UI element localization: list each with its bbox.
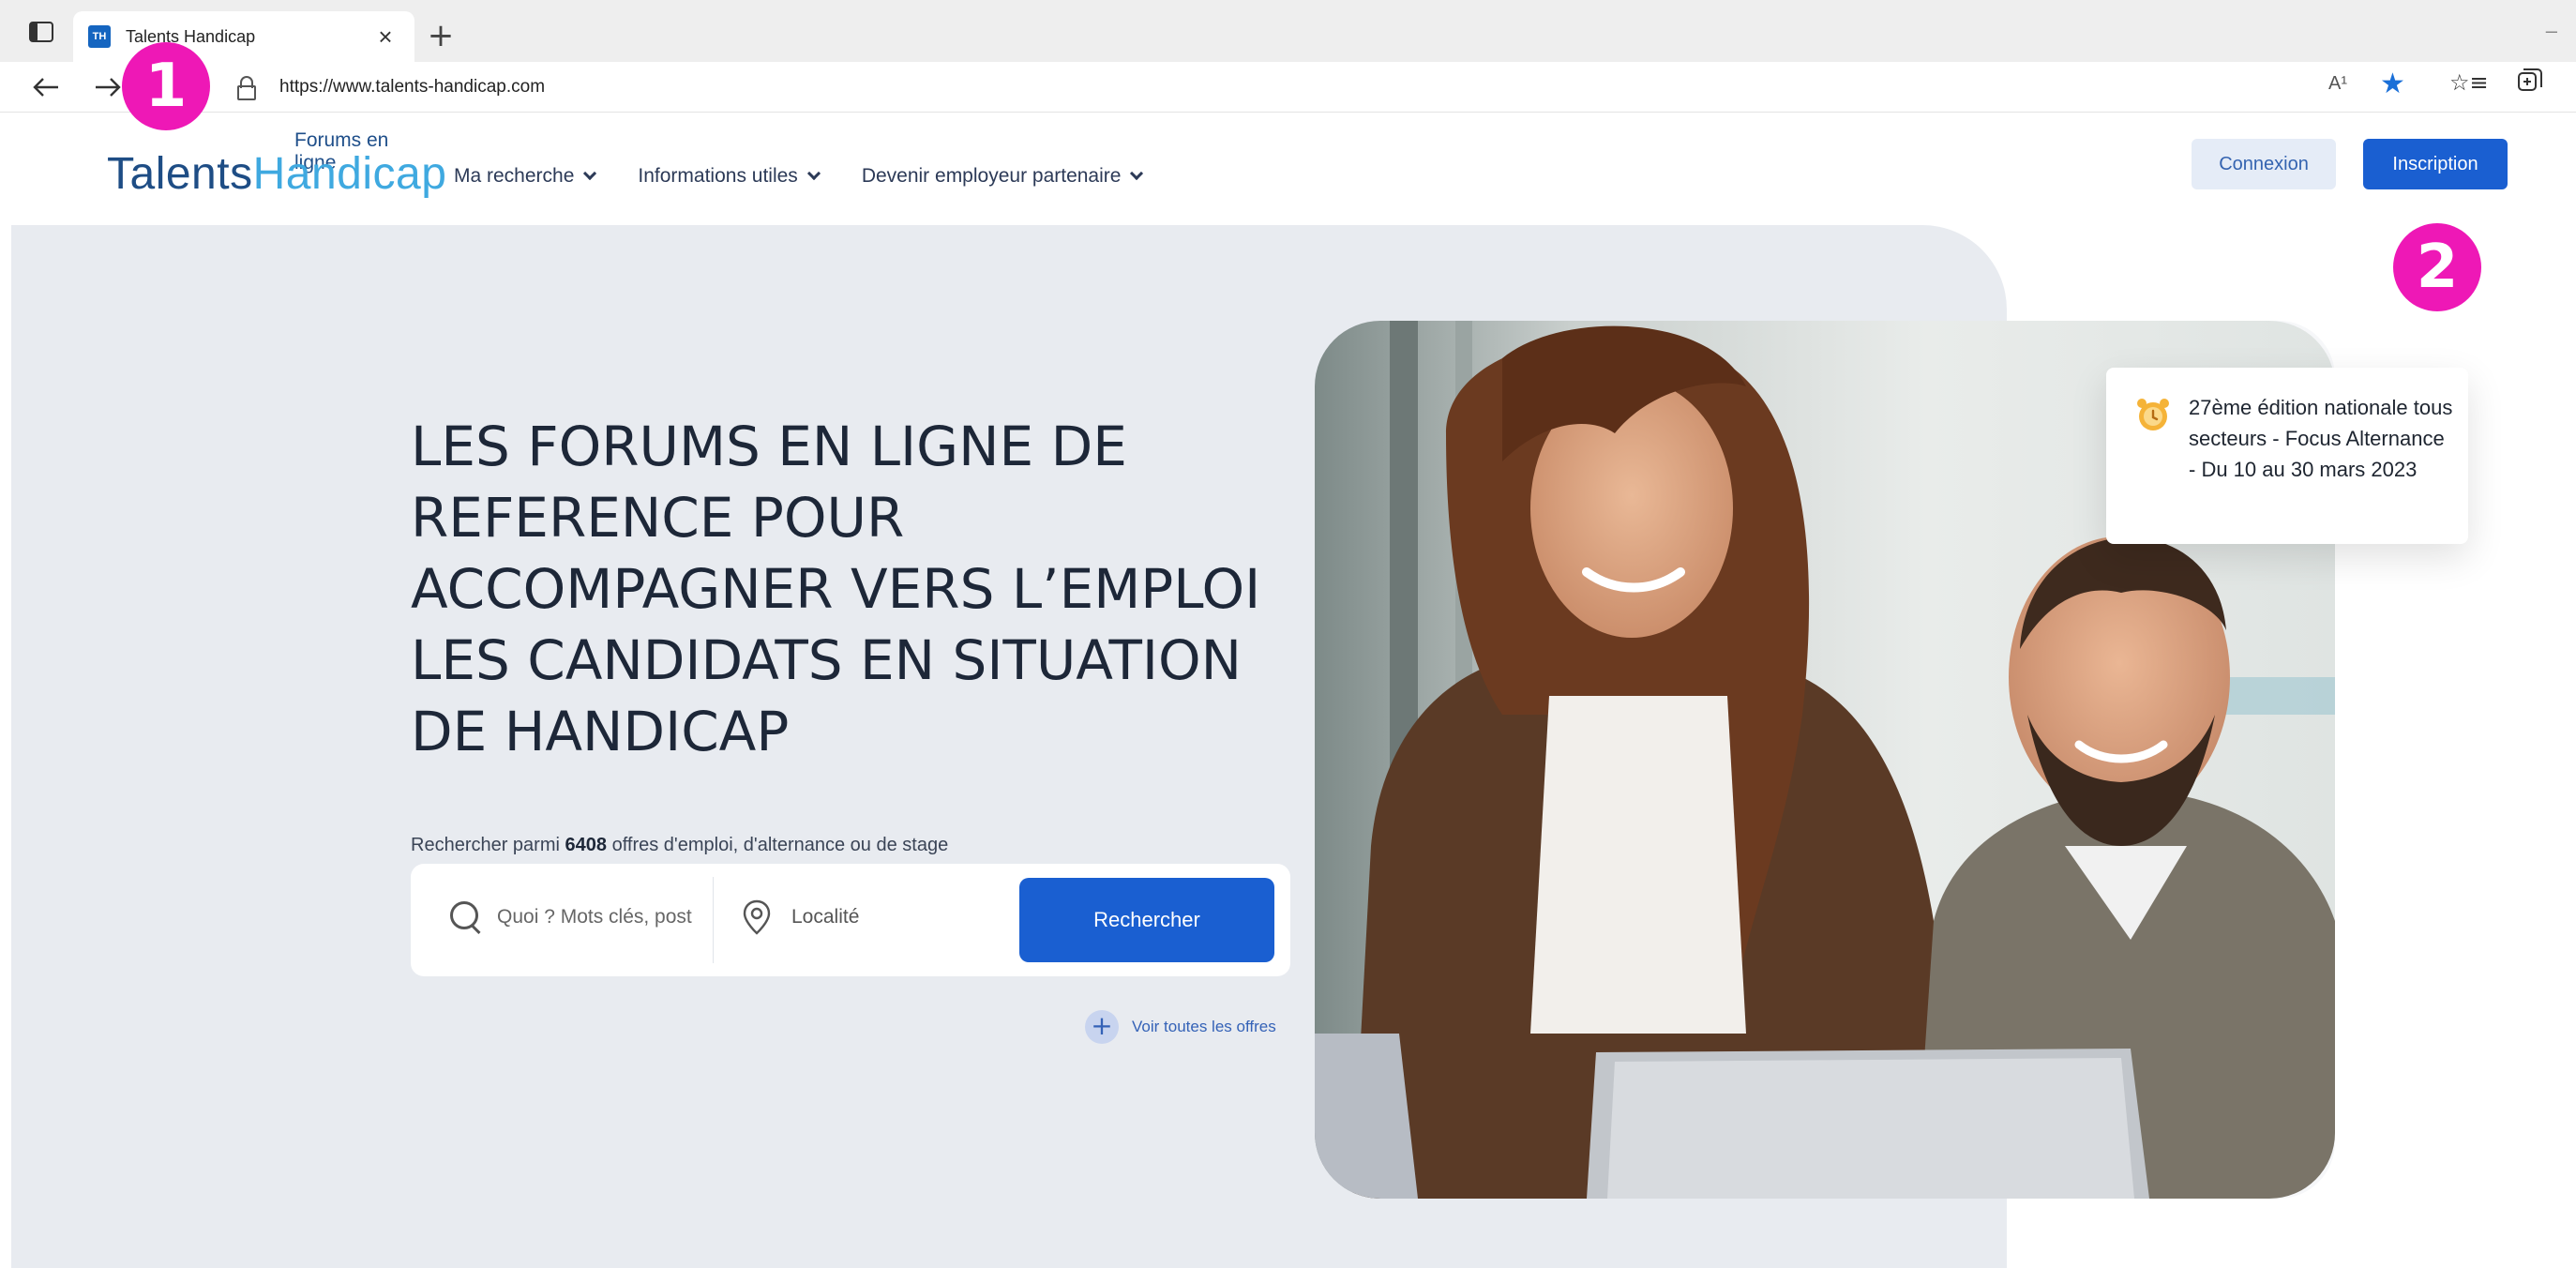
url-text[interactable]: https://www.talents-handicap.com	[279, 77, 545, 98]
nav-item-ma-recherche[interactable]: Ma recherche	[454, 165, 597, 188]
signup-button[interactable]: Inscription	[2363, 139, 2508, 189]
offer-count: 6408	[565, 835, 608, 855]
keyword-search-field[interactable]: Quoi ? Mots clés, post	[448, 899, 699, 935]
read-aloud-icon[interactable]: A¹	[2328, 73, 2347, 95]
search-icon	[448, 899, 484, 935]
event-card[interactable]: 27ème édition nationale tous secteurs - …	[2106, 368, 2468, 544]
lock-icon[interactable]	[236, 76, 257, 100]
main-nav: Ma recherche Informations utiles Devenir…	[454, 165, 1184, 188]
site-header: Forums en ligne TalentsHandicap Ma reche…	[0, 113, 2576, 225]
annotation-badge-1: 1	[122, 42, 210, 130]
location-search-field[interactable]: Localité	[743, 899, 859, 935]
site-logo[interactable]: Forums en ligne TalentsHandicap	[107, 128, 446, 203]
keyword-input[interactable]: Quoi ? Mots clés, post	[497, 906, 699, 928]
login-button[interactable]: Connexion	[2192, 139, 2336, 189]
favorites-list-icon[interactable]: ☆≡	[2449, 69, 2489, 96]
location-input[interactable]: Localité	[791, 906, 859, 928]
annotation-badge-2: 2	[2393, 223, 2481, 311]
plus-icon: +	[1085, 1010, 1119, 1044]
page-root: TH Talents Handicap × + – https://www.ta…	[0, 0, 2576, 1268]
back-icon[interactable]	[30, 73, 62, 101]
new-tab-icon[interactable]: +	[420, 15, 461, 56]
address-bar[interactable]: https://www.talents-handicap.com	[218, 68, 2374, 107]
logo-wordmark: TalentsHandicap	[107, 149, 447, 199]
collections-icon[interactable]	[2517, 68, 2543, 94]
event-description: 27ème édition nationale tous secteurs - …	[2189, 396, 2453, 481]
sidebar-icon[interactable]	[28, 21, 54, 43]
close-icon[interactable]: ×	[371, 23, 399, 52]
minimize-icon[interactable]: –	[2546, 19, 2557, 43]
search-divider	[713, 877, 714, 963]
nav-item-devenir-employeur[interactable]: Devenir employeur partenaire	[862, 165, 1144, 188]
chevron-down-icon	[806, 166, 821, 181]
search-button[interactable]: Rechercher	[1019, 878, 1274, 962]
nav-item-informations-utiles[interactable]: Informations utiles	[638, 165, 821, 188]
favorite-star-icon[interactable]: ★	[2380, 68, 2405, 100]
browser-toolbar: https://www.talents-handicap.com A¹ ★ ☆≡	[0, 62, 2576, 113]
see-all-offers-label: Voir toutes les offres	[1132, 1018, 1276, 1035]
hero-title: LES FORUMS EN LIGNE DE REFERENCE POUR AC…	[411, 415, 1261, 763]
site-favicon: TH	[88, 25, 111, 48]
see-all-offers-link[interactable]: + Voir toutes les offres	[1085, 1010, 1276, 1044]
search-box: Quoi ? Mots clés, post Localité Recherch…	[411, 864, 1290, 976]
forward-icon[interactable]	[92, 73, 124, 101]
chevron-down-icon	[1130, 166, 1144, 181]
location-pin-icon	[743, 899, 771, 935]
chevron-down-icon	[583, 166, 597, 181]
search-caption: Rechercher parmi 6408 offres d'emploi, d…	[411, 835, 949, 855]
alarm-clock-icon	[2137, 399, 2169, 430]
browser-tabstrip: TH Talents Handicap × + –	[0, 0, 2576, 62]
browser-tab[interactable]: TH Talents Handicap ×	[73, 11, 414, 62]
